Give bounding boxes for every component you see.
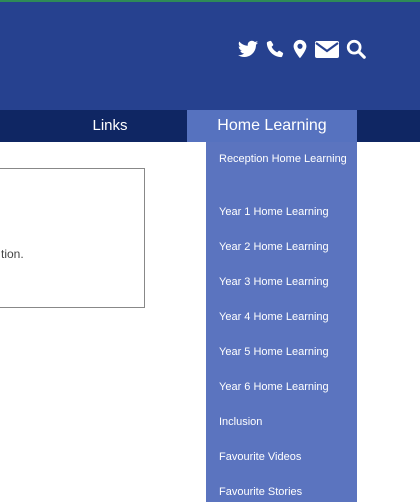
- location-pin-icon[interactable]: [289, 38, 311, 60]
- home-learning-dropdown: Reception Home Learning Year 1 Home Lear…: [206, 142, 357, 502]
- dropdown-item-year-6-home-learning[interactable]: Year 6 Home Learning: [219, 380, 355, 394]
- email-icon[interactable]: [314, 38, 340, 60]
- main-navigation: Links Home Learning: [0, 110, 420, 142]
- dropdown-item-year-3-home-learning[interactable]: Year 3 Home Learning: [219, 275, 355, 289]
- dropdown-item-year-1-home-learning[interactable]: Year 1 Home Learning: [219, 205, 355, 219]
- site-header: [0, 2, 420, 110]
- dropdown-item-year-4-home-learning[interactable]: Year 4 Home Learning: [219, 310, 355, 324]
- nav-item-links[interactable]: Links: [60, 110, 160, 142]
- twitter-icon[interactable]: [237, 38, 259, 60]
- content-panel: tion.: [0, 168, 145, 308]
- dropdown-item-favourite-stories[interactable]: Favourite Stories: [219, 485, 355, 499]
- dropdown-item-year-2-home-learning[interactable]: Year 2 Home Learning: [219, 240, 355, 254]
- dropdown-item-reception-home-learning[interactable]: Reception Home Learning: [219, 152, 355, 166]
- dropdown-item-year-5-home-learning[interactable]: Year 5 Home Learning: [219, 345, 355, 359]
- search-icon[interactable]: [345, 38, 367, 60]
- dropdown-item-inclusion[interactable]: Inclusion: [219, 415, 355, 429]
- nav-item-home-learning[interactable]: Home Learning: [187, 110, 357, 142]
- content-text: tion.: [1, 247, 24, 261]
- dropdown-item-favourite-videos[interactable]: Favourite Videos: [219, 450, 355, 464]
- phone-icon[interactable]: [264, 38, 286, 60]
